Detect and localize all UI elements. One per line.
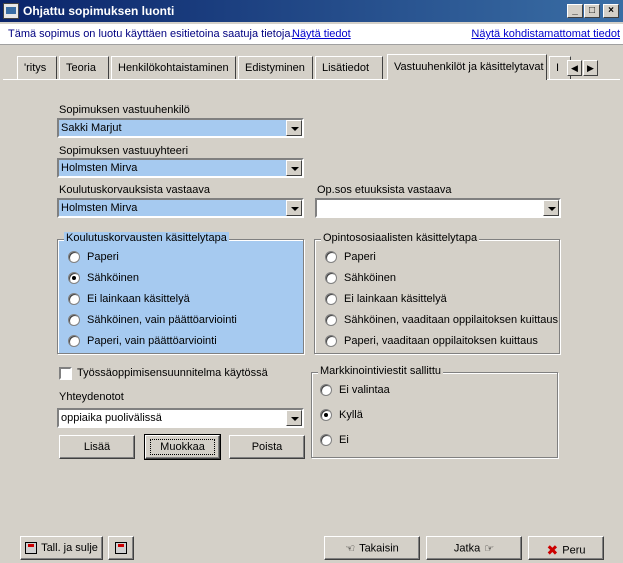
marketing-legend: Markkinointiviestit sallittu <box>318 365 444 377</box>
study-social-method-legend: Opintososiaalisten käsittelytapa <box>321 232 480 244</box>
benefits-responsible-select[interactable] <box>315 198 561 218</box>
chevron-down-icon[interactable] <box>286 410 302 426</box>
marketing-group: Markkinointiviestit sallittu Ei valintaa… <box>311 365 558 458</box>
radio-icon <box>68 293 80 305</box>
radio-icon <box>325 314 337 326</box>
radio-icon <box>325 335 337 347</box>
save-icon <box>25 542 38 555</box>
responsible-contact-select[interactable]: Holmsten Mirva <box>57 158 304 178</box>
contacts-select[interactable]: oppiaika puolivälissä <box>57 408 304 428</box>
compensation-responsible-select[interactable]: Holmsten Mirva <box>57 198 304 218</box>
show-unassigned-link[interactable]: Näytä kohdistamattomat tiedot <box>471 28 620 40</box>
tab-scroll-right-icon[interactable]: ▶ <box>583 60 598 76</box>
responsible-person-label: Sopimuksen vastuuhenkilö <box>59 104 190 116</box>
save-button[interactable] <box>108 536 134 560</box>
title-bar[interactable]: Ohjattu sopimuksen luonti _ □ × <box>0 0 623 22</box>
radio-icon <box>325 251 337 263</box>
radio-selected-icon <box>320 409 332 421</box>
tab-strip: 'ritys Teoria Henkilökohtaistaminen Edis… <box>0 54 623 80</box>
chevron-down-icon[interactable] <box>286 200 302 216</box>
radio-icon <box>68 314 80 326</box>
radio-icon <box>325 293 337 305</box>
wizard-window: Ohjattu sopimuksen luonti _ □ × Tämä sop… <box>0 0 623 563</box>
tab-scroll-left-icon[interactable]: ◀ <box>567 60 582 76</box>
radio-icon <box>68 251 80 263</box>
save-close-button[interactable]: Tall. ja sulje <box>20 536 103 560</box>
radio-icon <box>68 335 80 347</box>
close-icon: ✖ <box>546 542 559 558</box>
window-title: Ohjattu sopimuksen luonti <box>23 4 175 18</box>
cancel-button[interactable]: ✖ Peru <box>528 536 604 560</box>
add-button[interactable]: Lisää <box>59 435 135 459</box>
back-button[interactable]: ☜ Takaisin <box>324 536 420 560</box>
benefits-responsible-label: Op.sos etuuksista vastaava <box>317 184 452 196</box>
save-icon <box>115 542 127 555</box>
hand-forward-icon: ☞ <box>484 543 495 555</box>
minimize-button[interactable]: _ <box>567 4 583 18</box>
next-button[interactable]: Jatka ☞ <box>426 536 522 560</box>
focus-rect <box>150 439 215 455</box>
show-info-link[interactable]: Näytä tiedot <box>292 28 351 40</box>
tab-yritys[interactable]: 'ritys <box>17 56 57 79</box>
compensation-responsible-label: Koulutuskorvauksista vastaava <box>59 184 211 196</box>
delete-button[interactable]: Poista <box>229 435 305 459</box>
chevron-down-icon[interactable] <box>543 200 559 216</box>
chevron-down-icon[interactable] <box>286 160 302 176</box>
maximize-button[interactable]: □ <box>584 4 600 18</box>
hand-back-icon: ☜ <box>345 543 356 555</box>
compensation-method-group: Koulutuskorvausten käsittelytapa Paperi … <box>57 232 304 354</box>
work-plan-label: Työssäoppimisensuunnitelma käytössä <box>77 367 268 379</box>
responsible-contact-label: Sopimuksen vastuuyhteeri <box>59 145 189 157</box>
tab-vastuuhenkilot[interactable]: Vastuuhenkilöt ja käsittelytavat <box>387 54 547 80</box>
radio-selected-icon <box>68 272 80 284</box>
app-icon <box>3 3 19 19</box>
study-social-method-group: Opintososiaalisten käsittelytapa Paperi … <box>314 232 560 354</box>
info-bar: Tämä sopimus on luotu käyttäen esitietoi… <box>0 24 623 45</box>
tab-lisatiedot[interactable]: Lisätiedot <box>315 56 383 79</box>
chevron-down-icon[interactable] <box>286 120 302 136</box>
radio-icon <box>320 384 332 396</box>
contacts-label: Yhteydenotot <box>59 391 124 403</box>
info-message: Tämä sopimus on luotu käyttäen esitietoi… <box>8 28 294 40</box>
radio-icon <box>320 434 332 446</box>
responsible-person-select[interactable]: Sakki Marjut <box>57 118 304 138</box>
close-button[interactable]: × <box>603 4 619 18</box>
radio-icon <box>325 272 337 284</box>
compensation-method-legend: Koulutuskorvausten käsittelytapa <box>64 232 229 244</box>
tab-edistyminen[interactable]: Edistyminen <box>238 56 313 79</box>
edit-button[interactable]: Muokkaa <box>144 434 221 460</box>
work-plan-checkbox[interactable] <box>59 367 72 380</box>
tab-henkilokohtaistaminen[interactable]: Henkilökohtaistaminen <box>111 56 236 79</box>
tab-teoria[interactable]: Teoria <box>59 56 109 79</box>
